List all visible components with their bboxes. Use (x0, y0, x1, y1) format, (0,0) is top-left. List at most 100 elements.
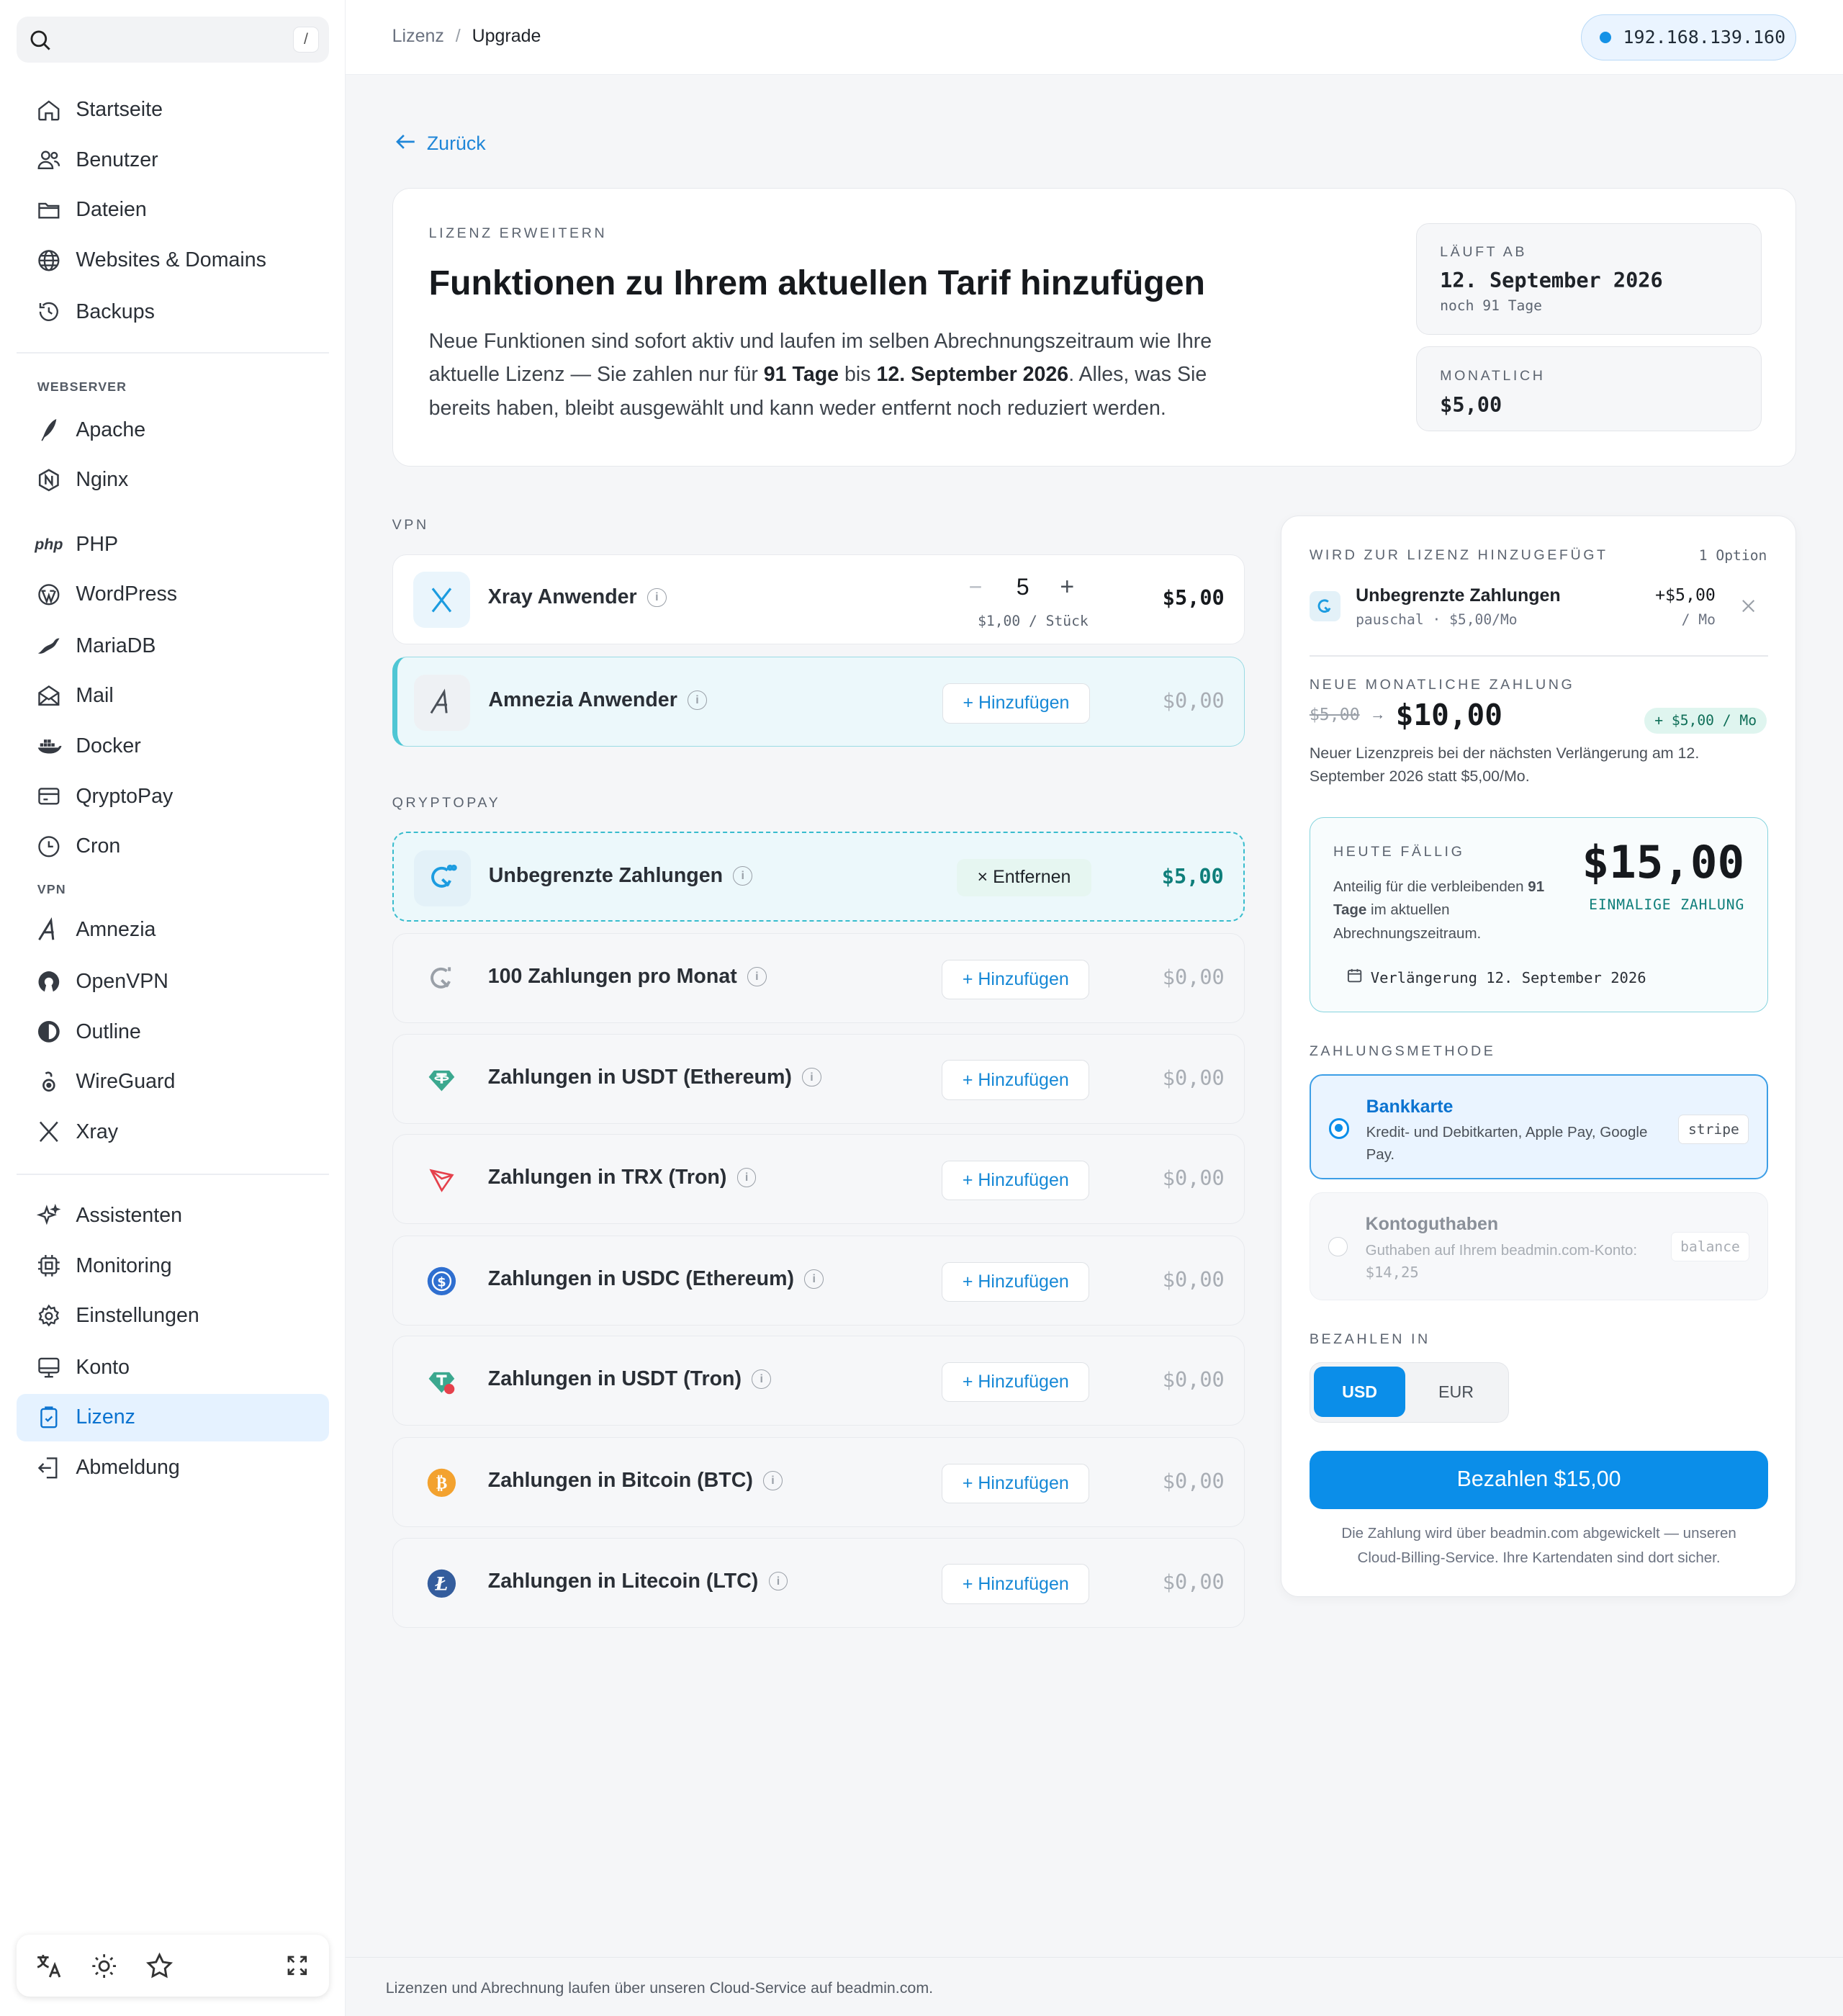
addon-row-usdt-eth: Zahlungen in USDT (Ethereum) i + Hinzufüg… (392, 1033, 1245, 1124)
sidebar-item-php[interactable]: php PHP (17, 521, 329, 568)
divider (1309, 654, 1769, 657)
svg-text:₿: ₿ (436, 1474, 447, 1493)
add-button[interactable]: + Hinzufügen (942, 1564, 1090, 1604)
info-icon[interactable]: i (736, 1167, 757, 1187)
info-icon[interactable]: i (733, 866, 753, 886)
balance-desc: Guthaben auf Ihrem beadmin.com-Konto: $14… (1366, 1240, 1662, 1284)
remove-item-icon[interactable] (1740, 596, 1757, 620)
sidebar-item-label: WordPress (76, 582, 178, 606)
addon-price: $0,00 (1162, 1165, 1225, 1190)
balance-tag: balance (1670, 1231, 1750, 1261)
payment-method-balance[interactable]: Kontoguthaben Guthaben auf Ihrem beadmin… (1309, 1192, 1769, 1301)
sidebar-item-wireguard[interactable]: WireGuard (17, 1058, 329, 1106)
quantity-value[interactable]: 5 (1017, 574, 1029, 600)
info-icon[interactable]: i (802, 1067, 821, 1087)
sidebar-item-xray[interactable]: Xray (17, 1108, 329, 1156)
info-icon[interactable]: i (688, 690, 707, 711)
currency-eur[interactable]: EUR (1408, 1367, 1505, 1417)
addon-price: $0,00 (1162, 1469, 1225, 1494)
addon-price: $0,00 (1162, 1266, 1225, 1292)
add-button[interactable]: + Hinzufügen (942, 1060, 1090, 1100)
wallet-icon (35, 783, 63, 811)
sidebar-item-lizenz[interactable]: Lizenz (17, 1393, 330, 1441)
addon-label: 100 Zahlungen pro Monat (487, 965, 737, 989)
star-icon[interactable] (144, 1950, 175, 1981)
add-button[interactable]: + Hinzufügen (942, 1362, 1090, 1403)
sidebar-item-label: MariaDB (76, 634, 156, 657)
sidebar-item-backups[interactable]: Backups (17, 288, 329, 336)
sidebar-item-outline[interactable]: Outline (17, 1008, 329, 1056)
added-label: WIRD ZUR LIZENZ HINZUGEFÜGT (1309, 546, 1608, 563)
addon-name: Zahlungen in TRX (Tron) i (488, 1166, 757, 1189)
sidebar-item-cron[interactable]: Cron (17, 823, 329, 870)
unit-price: $1,00 / Stück (978, 612, 1089, 629)
pay-in-label: BEZAHLEN IN (1309, 1331, 1430, 1348)
wireguard-icon (35, 1068, 63, 1096)
docker-icon (35, 732, 63, 760)
sidebar-item-einstellungen[interactable]: Einstellungen (17, 1292, 329, 1340)
balance-desc-text: Guthaben auf Ihrem beadmin.com-Konto: (1365, 1241, 1638, 1259)
add-button[interactable]: + Hinzufügen (942, 960, 1090, 1000)
addon-label: Unbegrenzte Zahlungen (488, 864, 724, 888)
added-item-sub: pauschal · $5,00/Mo (1356, 611, 1518, 629)
add-button[interactable]: + Hinzufügen (942, 683, 1091, 724)
sidebar-item-nginx[interactable]: Nginx (17, 456, 329, 504)
sidebar-item-apache[interactable]: Apache (17, 406, 329, 454)
sidebar-item-benutzer[interactable]: Benutzer (17, 136, 329, 184)
sidebar-item-websites[interactable]: Websites & Domains (17, 237, 329, 284)
due-note-part: Anteilig für die verbleibenden (1333, 878, 1528, 896)
addon-row-unlimited-payments: Unbegrenzte Zahlungen i × Entfernen $5,00 (392, 832, 1245, 922)
sidebar-item-mariadb[interactable]: MariaDB (17, 622, 329, 670)
fullscreen-icon[interactable] (281, 1950, 312, 1981)
search-input[interactable]: / (17, 17, 330, 63)
section-label-webserver: WEBSERVER (37, 379, 127, 394)
sidebar-item-docker[interactable]: Docker (17, 723, 329, 770)
currency-usd[interactable]: USD (1314, 1367, 1405, 1418)
breadcrumb: Lizenz / Upgrade (392, 26, 541, 47)
addon-row-btc: ₿ Zahlungen in Bitcoin (BTC) i + Hinzufüg… (392, 1437, 1245, 1528)
sidebar-item-openvpn[interactable]: OpenVPN (17, 958, 329, 1005)
home-icon (35, 96, 63, 124)
pay-button[interactable]: Bezahlen $15,00 (1309, 1451, 1769, 1509)
sidebar-item-label: Xray (76, 1120, 119, 1143)
quantity-decrement[interactable]: − (969, 574, 983, 600)
info-icon[interactable]: i (752, 1369, 772, 1390)
addon-name: Xray Anwender i (488, 585, 667, 609)
add-button[interactable]: + Hinzufügen (942, 1464, 1090, 1504)
sidebar-item-assistenten[interactable]: Assistenten (17, 1192, 329, 1239)
sidebar-item-mail[interactable]: Mail (17, 672, 329, 720)
info-icon[interactable]: i (768, 1571, 788, 1591)
addon-label: Xray Anwender (487, 585, 637, 609)
expires-value: 12. September 2026 (1440, 267, 1663, 292)
checkout-panel: WIRD ZUR LIZENZ HINZUGEFÜGT 1 Option Unb… (1280, 516, 1796, 1597)
add-button[interactable]: + Hinzufügen (942, 1160, 1090, 1201)
info-icon[interactable]: i (763, 1471, 783, 1491)
payment-method-card[interactable]: Bankkarte Kredit- und Debitkarten, Apple… (1309, 1074, 1769, 1180)
breadcrumb-parent[interactable]: Lizenz (392, 26, 444, 46)
sidebar-item-startseite[interactable]: Startseite (17, 86, 329, 134)
translate-icon[interactable] (33, 1950, 64, 1981)
server-ip-badge[interactable]: 192.168.139.160 (1581, 14, 1796, 60)
addon-name: Unbegrenzte Zahlungen i (488, 864, 753, 888)
due-note: Anteilig für die verbleibenden 91 Tage i… (1333, 876, 1564, 945)
radio-card[interactable] (1328, 1117, 1350, 1139)
quantity-increment[interactable]: + (1060, 573, 1074, 601)
sun-icon[interactable] (89, 1950, 120, 1981)
added-item-name: Unbegrenzte Zahlungen (1356, 585, 1561, 606)
hero-description: Neue Funktionen sind sofort aktiv und la… (429, 325, 1265, 425)
radio-balance[interactable] (1328, 1237, 1348, 1256)
sidebar-item-wordpress[interactable]: WordPress (17, 571, 329, 618)
back-link[interactable]: Zurück (393, 129, 486, 160)
addon-label: Zahlungen in USDC (Ethereum) (487, 1266, 795, 1290)
info-icon[interactable]: i (646, 588, 667, 608)
sidebar-item-konto[interactable]: Konto (17, 1344, 329, 1391)
sidebar-item-qryptopay[interactable]: QryptoPay (17, 773, 329, 820)
remove-button[interactable]: × Entfernen (956, 859, 1092, 896)
sidebar-item-amnezia[interactable]: Amnezia (17, 906, 329, 954)
sidebar-item-dateien[interactable]: Dateien (17, 186, 329, 234)
info-icon[interactable]: i (804, 1269, 824, 1289)
info-icon[interactable]: i (747, 967, 767, 987)
sidebar-item-monitoring[interactable]: Monitoring (17, 1242, 329, 1290)
sidebar-item-abmeldung[interactable]: Abmeldung (17, 1444, 329, 1491)
add-button[interactable]: + Hinzufügen (942, 1261, 1090, 1302)
